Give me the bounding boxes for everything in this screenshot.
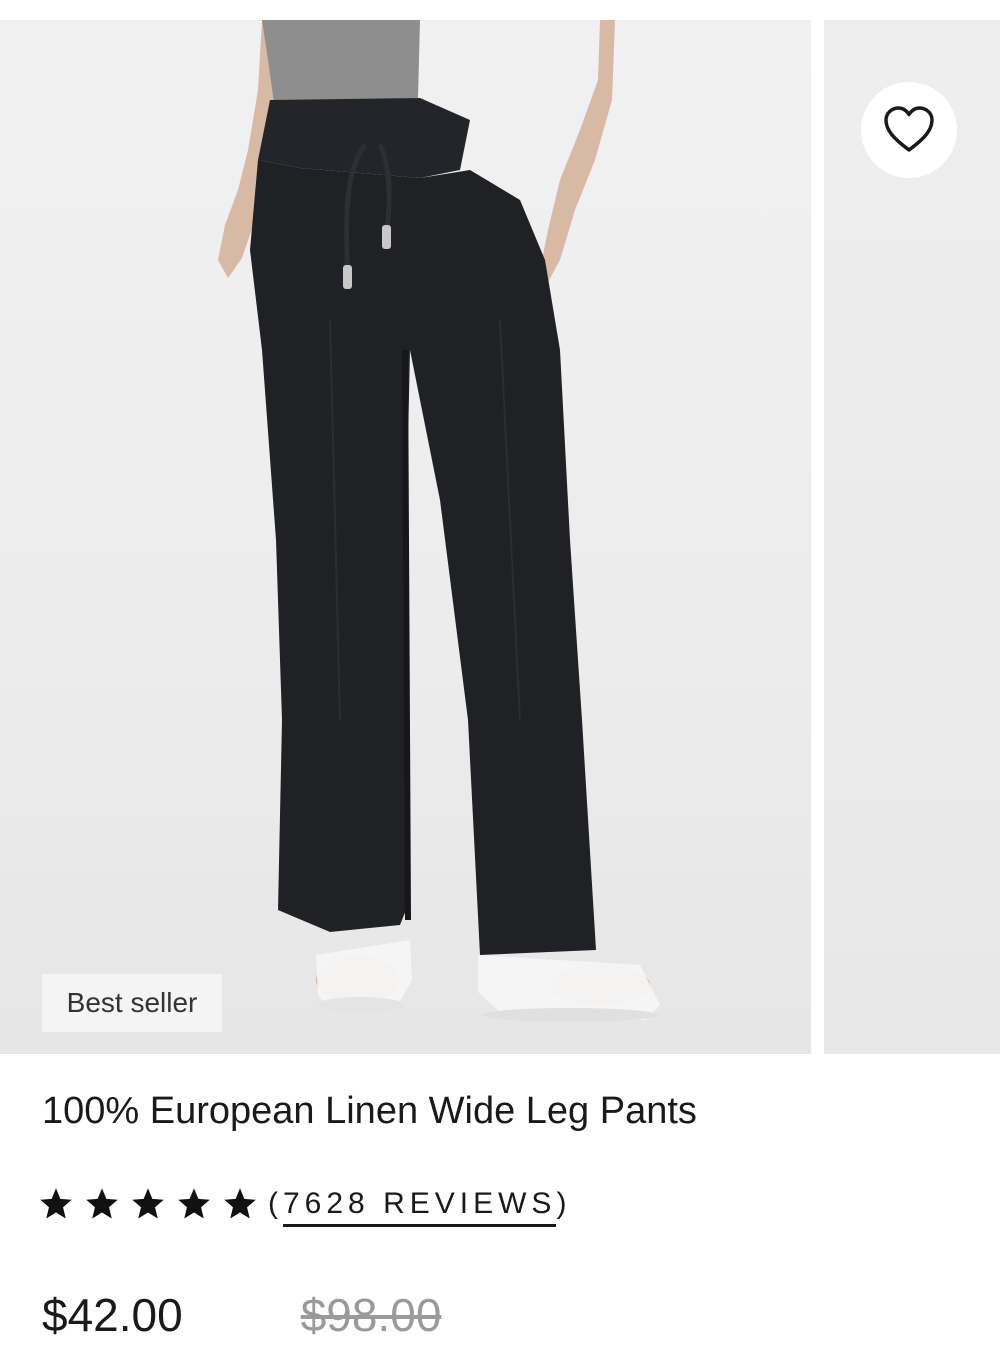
reviews-close-paren: ) bbox=[556, 1187, 572, 1220]
wishlist-button[interactable] bbox=[861, 82, 957, 178]
star-filled-icon bbox=[40, 1188, 72, 1219]
sale-price: $42.00 bbox=[42, 1289, 183, 1341]
heart-outline-icon bbox=[884, 106, 934, 152]
star-filled-icon bbox=[224, 1188, 256, 1219]
price-row: $42.00 $98.00 bbox=[42, 1288, 441, 1348]
original-price: $98.00 bbox=[300, 1289, 442, 1341]
star-filled-icon bbox=[86, 1188, 118, 1219]
reviews-link[interactable]: (7628 REVIEWS) bbox=[268, 1187, 572, 1227]
rating-row: (7628 REVIEWS) bbox=[38, 1176, 571, 1232]
product-photo-pants bbox=[218, 20, 660, 1022]
reviews-count[interactable]: 7628 REVIEWS bbox=[283, 1187, 557, 1227]
product-image-gallery[interactable]: Best seller bbox=[0, 20, 1000, 1054]
reviews-open-paren: ( bbox=[268, 1187, 283, 1220]
star-filled-icon bbox=[178, 1188, 210, 1219]
product-title[interactable]: 100% European Linen Wide Leg Pants bbox=[42, 1090, 697, 1133]
best-seller-badge: Best seller bbox=[42, 974, 222, 1032]
product-image-main[interactable]: Best seller bbox=[0, 20, 811, 1054]
rating-stars bbox=[38, 1186, 268, 1222]
star-filled-icon bbox=[132, 1188, 164, 1219]
